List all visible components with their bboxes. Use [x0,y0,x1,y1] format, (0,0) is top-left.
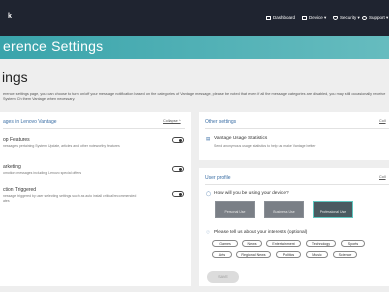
shield-icon [333,16,338,20]
nav-support[interactable]: Support ▾ [362,15,388,21]
nav-device[interactable]: Device ▾ [302,15,326,21]
action-triggered-toggle[interactable] [172,191,184,197]
interest-chip-regional-news[interactable]: Regional News [236,251,271,258]
tile-business-use[interactable]: Business Use [264,201,304,218]
user-profile-title: User profile [205,175,231,181]
usage-statistics-description: Send anonymous usage statistics to help … [214,144,316,148]
vantage-logo: k [8,13,12,20]
divider [205,184,389,185]
top-features-description: nessages pertaining System Update, artic… [3,144,120,148]
top-features-title: op Features [3,137,30,143]
user-profile-collapse-link[interactable]: Coll [379,175,386,179]
interest-chip-arts[interactable]: Arts [212,251,232,258]
messages-card-title: ages in Lenovo Vantage [3,119,57,125]
action-triggered-description-2: ates [3,199,10,203]
messages-card: ages in Lenovo Vantage Collapse ^ op Fea… [0,112,191,286]
tile-professional-use-label: Professional Use [319,210,347,214]
tile-personal-use-label: Personal Use [224,210,246,214]
usage-question: How will you be using your device? [214,191,289,196]
tile-business-use-label: Business Use [273,210,295,214]
action-triggered-description: nessage triggered by user selecting sett… [3,194,137,198]
page-banner: erence Settings [0,36,389,59]
interest-chip-technology[interactable]: Technology [306,240,336,247]
interest-chip-games[interactable]: Games [212,240,238,247]
nav-dashboard-label: Dashboard [273,15,296,20]
nav-security-label: Security ▾ [340,15,360,20]
nav-support-label: Support ▾ [369,15,389,20]
other-settings-title: Other settings [205,119,237,125]
heart-icon: ♡ [206,230,211,235]
messages-collapse-link[interactable]: Collapse ^ [163,119,181,123]
divider [205,128,389,129]
interest-chip-politics[interactable]: Politics [276,251,301,258]
chart-icon: ▤ [206,136,211,141]
page-description: erence settings page, you can choose to … [3,92,386,102]
marketing-title: arketing [3,164,21,170]
top-features-toggle[interactable] [172,137,184,143]
other-settings-card: Other settings Coll ▤ Vantage Usage Stat… [199,112,389,160]
tile-professional-use[interactable]: Professional Use [313,201,353,218]
interest-chip-music[interactable]: Music [306,251,328,258]
banner-title: erence Settings [3,38,104,54]
save-button[interactable]: SAVE [207,271,239,283]
person-icon: ◯ [206,191,212,196]
interest-chip-sports[interactable]: Sports [341,240,365,247]
page-title: ings [2,69,28,85]
top-navigation-bar: k Dashboard Device ▾ Security ▾ Support … [0,0,389,36]
nav-security[interactable]: Security ▾ [333,15,360,21]
interests-question: Please tell us about your interests (opt… [214,230,308,235]
interest-chip-science[interactable]: Science [333,251,357,258]
nav-dashboard[interactable]: Dashboard [266,15,295,20]
interest-chip-news[interactable]: News [242,240,262,247]
usage-statistics-title: Vantage Usage Statistics [214,136,268,141]
user-profile-card: User profile Coll ◯ How will you be usin… [199,168,389,286]
other-settings-collapse-link[interactable]: Coll [379,119,386,123]
interest-chip-entertainment[interactable]: Entertainment [266,240,301,247]
divider [3,128,185,129]
action-triggered-title: ction Triggered [3,187,37,193]
marketing-toggle[interactable] [172,166,184,172]
support-icon [362,16,367,20]
device-icon [302,16,307,20]
nav-device-label: Device ▾ [309,15,327,20]
marketing-description: omotion messages including Lenovo specia… [3,171,82,175]
tile-personal-use[interactable]: Personal Use [215,201,255,218]
dashboard-icon [266,15,271,20]
